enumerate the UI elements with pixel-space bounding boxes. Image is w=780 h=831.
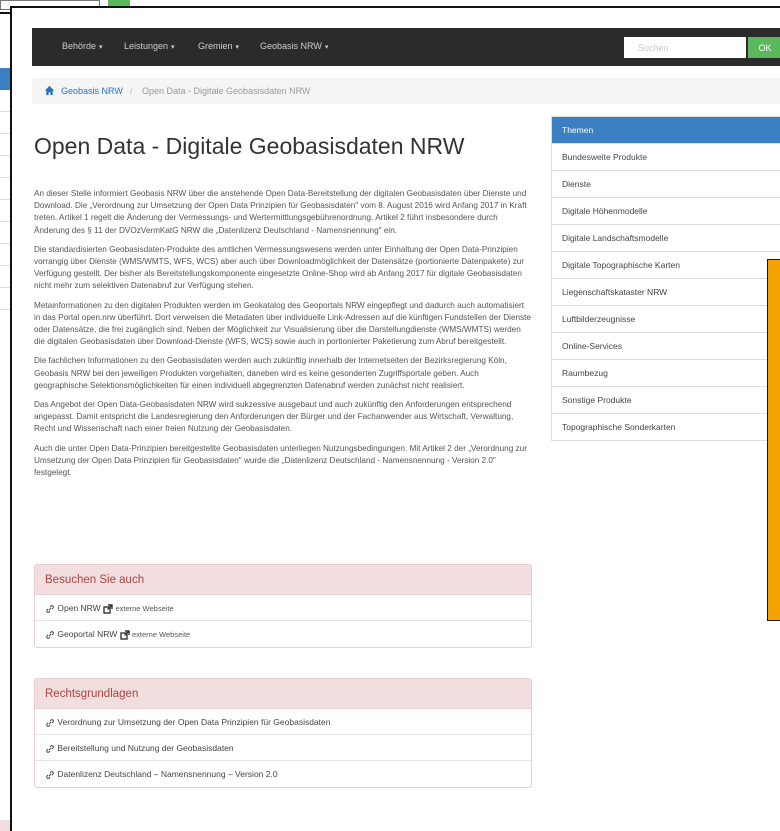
panel-title: Besuchen Sie auch [35, 565, 531, 595]
paragraph: Die standardisierten Geobasisdaten-Produ… [34, 244, 525, 291]
link-label: Verordnung zur Umsetzung der Open Data P… [57, 717, 331, 727]
link-icon [46, 744, 54, 753]
paragraph: Auch die unter Open Data-Prinzipien bere… [34, 443, 527, 478]
paragraph: Die fachlichen Informationen zu den Geob… [34, 356, 507, 390]
sidebar-item-raumbezug[interactable]: Raumbezug [552, 359, 780, 386]
link-label: Geoportal NRW [57, 629, 118, 639]
browser-window: Behörde ▾ Leistungen ▾ Gremien ▾ Geobasis N… [10, 6, 780, 831]
ok-button[interactable]: OK [748, 37, 780, 58]
sidebar-item-liegenschaftskataster[interactable]: Liegenschaftskataster NRW [552, 278, 780, 305]
link-geoportal-nrw[interactable]: Geoportal NRW externe Webseite [35, 621, 531, 647]
nav-item-label: Geobasis NRW [260, 41, 322, 51]
sidebar-item-topographische-karten[interactable]: Digitale Topographische Karten [552, 251, 780, 278]
external-link-text: externe Webseite [131, 630, 191, 639]
link-icon [46, 718, 54, 727]
panel-visit-also: Besuchen Sie auch Open NRW externe Webse… [34, 564, 532, 648]
orange-overlay-box [767, 259, 780, 621]
link-icon [46, 630, 54, 639]
caret-down-icon: ▾ [171, 44, 175, 51]
nav-item-gremien[interactable]: Gremien ▾ [198, 41, 239, 51]
nav-item-label: Leistungen [124, 41, 169, 51]
sidebar-title: Themen [552, 117, 780, 143]
main-content: An dieser Stelle informiert Geobasis NRW… [34, 188, 532, 486]
breadcrumb-separator: / [130, 86, 133, 96]
page-title: Open Data - Digitale Geobasisdaten NRW [34, 133, 465, 159]
nav-item-label: Behörde [62, 41, 97, 51]
nav-item-label: Gremien [198, 41, 233, 51]
paragraph: Das Angebot der Open Data-Geobasisdaten … [34, 400, 514, 434]
external-link-icon [119, 630, 130, 640]
link-datenlizenz[interactable]: Datenlizenz Deutschland – Namensnennung … [35, 761, 531, 787]
paragraph: An dieser Stelle informiert Geobasis NRW… [34, 189, 527, 235]
sidebar-themen: Themen Bundesweite Produkte Dienste Digi… [551, 116, 780, 441]
caret-down-icon: ▾ [99, 44, 103, 51]
link-icon [46, 604, 54, 613]
caret-down-icon: ▾ [235, 44, 240, 51]
breadcrumb: Geobasis NRW / Open Data - Digitale Geob… [32, 78, 780, 104]
nav-item-geobasis[interactable]: Geobasis NRW ▾ [260, 41, 328, 51]
breadcrumb-current: Open Data - Digitale Geobasisdaten NRW [142, 86, 311, 96]
panel-title: Rechtsgrundlagen [35, 679, 531, 709]
link-icon [46, 770, 54, 779]
link-label: Bereitstellung und Nutzung der Geobasisd… [57, 743, 234, 753]
link-verordnung[interactable]: Verordnung zur Umsetzung der Open Data P… [35, 709, 531, 735]
nav-item-behoerde[interactable]: Behörde ▾ [62, 41, 103, 51]
sidebar-item-online-services[interactable]: Online-Services [552, 332, 780, 359]
paragraph: Metainformationen zu den digitalen Produ… [34, 300, 531, 347]
link-open-nrw[interactable]: Open NRW externe Webseite [35, 595, 531, 621]
link-label: Open NRW [57, 603, 101, 613]
panel-legal-basis: Rechtsgrundlagen Verordnung zur Umsetzun… [34, 678, 532, 788]
sidebar-item-bundesweite-produkte[interactable]: Bundesweite Produkte [552, 143, 780, 170]
sidebar-item-luftbilderzeugnisse[interactable]: Luftbilderzeugnisse [552, 305, 780, 332]
sidebar-item-dienste[interactable]: Dienste [552, 170, 780, 197]
link-bereitstellung[interactable]: Bereitstellung und Nutzung der Geobasisd… [35, 735, 531, 761]
breadcrumb-home-link[interactable]: Geobasis NRW [61, 86, 123, 96]
external-link-icon [103, 604, 113, 614]
sidebar-item-hoehenmodelle[interactable]: Digitale Höhenmodelle [552, 197, 780, 224]
link-label: Datenlizenz Deutschland – Namensnennung … [57, 769, 278, 779]
search-input[interactable] [624, 37, 746, 58]
nav-item-leistungen[interactable]: Leistungen ▾ [124, 41, 175, 51]
external-link-text: externe Webseite [115, 604, 174, 613]
caret-down-icon: ▾ [324, 44, 329, 51]
home-icon[interactable] [44, 85, 55, 96]
sidebar-item-landschaftsmodelle[interactable]: Digitale Landschaftsmodelle [552, 224, 780, 251]
top-navbar: Behörde ▾ Leistungen ▾ Gremien ▾ Geobasis N… [32, 28, 780, 66]
sidebar-item-topographische-sonderkarten[interactable]: Topographische Sonderkarten [552, 413, 780, 440]
sidebar-item-sonstige-produkte[interactable]: Sonstige Produkte [552, 386, 780, 413]
